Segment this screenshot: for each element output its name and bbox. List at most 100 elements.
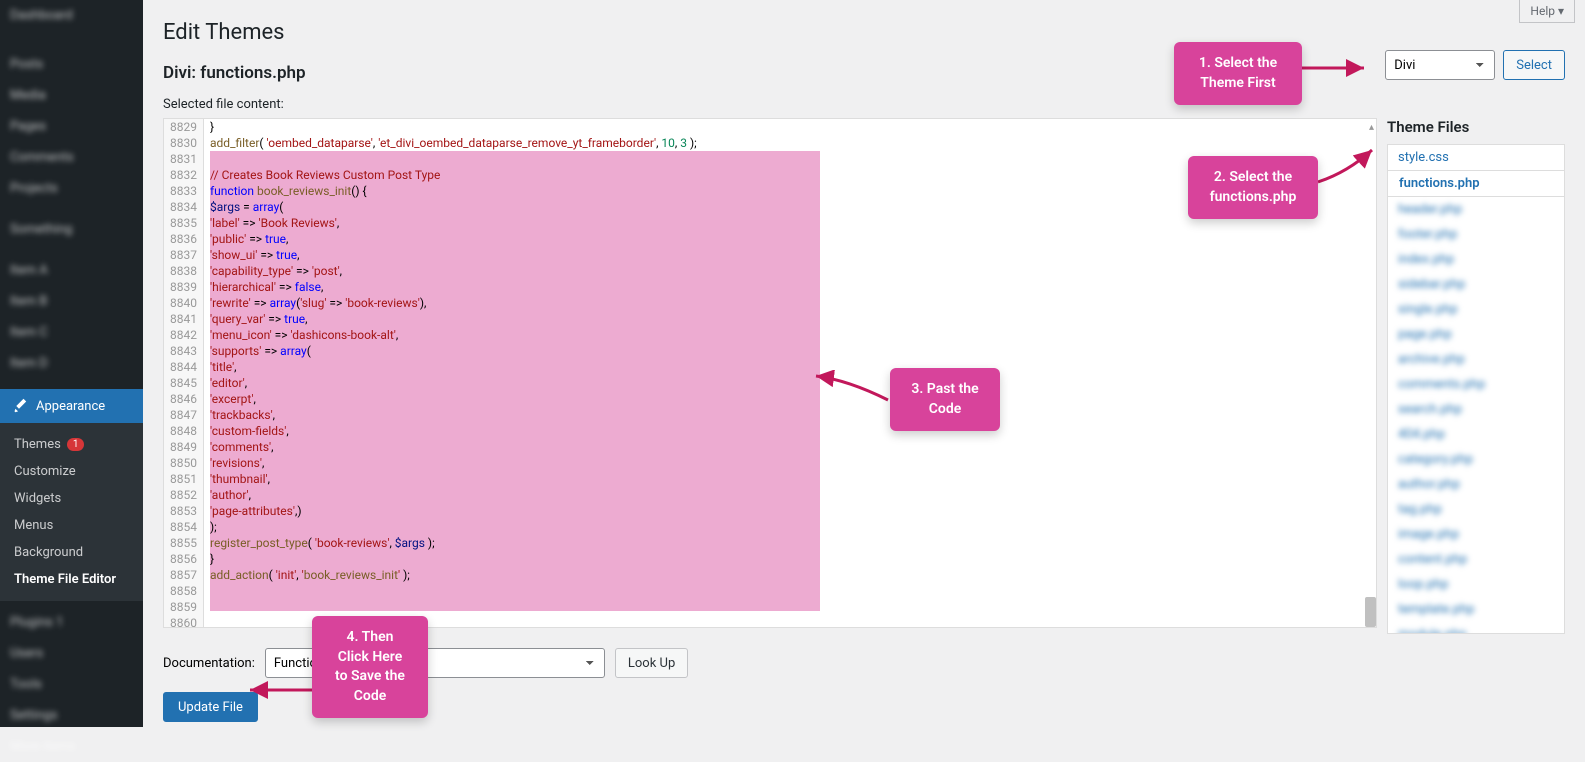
code-line: 8847'trackbacks', xyxy=(164,407,1376,423)
sidebar-item-blurred[interactable]: Item B xyxy=(0,286,143,317)
code-line: 8854); xyxy=(164,519,1376,535)
code-line: 8856} xyxy=(164,551,1376,567)
code-line: 8846'excerpt', xyxy=(164,391,1376,407)
documentation-label: Documentation: xyxy=(163,656,255,671)
admin-sidebar: Dashboard Posts Media Pages Comments Pro… xyxy=(0,0,143,727)
sidebar-item-blurred[interactable]: Tools xyxy=(0,669,143,700)
sidebar-item-blurred[interactable]: Projects xyxy=(0,173,143,204)
code-line: 8838'capability_type' => 'post', xyxy=(164,263,1376,279)
code-line: 8837'show_ui' => true, xyxy=(164,247,1376,263)
sidebar-item-blurred[interactable]: Media xyxy=(0,80,143,111)
code-line: 8839'hierarchical' => false, xyxy=(164,279,1376,295)
code-line: 8843'supports' => array( xyxy=(164,343,1376,359)
code-line: 8841'query_var' => true, xyxy=(164,311,1376,327)
arrow-2 xyxy=(1318,142,1380,192)
brush-icon xyxy=(10,397,28,415)
submenu-menus-label: Menus xyxy=(14,518,53,533)
appearance-submenu: Themes 1 Customize Widgets Menus Backgro… xyxy=(0,423,143,601)
file-item-blurred[interactable]: single.php xyxy=(1388,297,1564,322)
file-item-blurred[interactable]: header.php xyxy=(1388,197,1564,222)
theme-files-list: style.css functions.php header.php foote… xyxy=(1387,144,1565,634)
page-title: Edit Themes xyxy=(163,20,1565,45)
file-item-blurred[interactable]: archive.php xyxy=(1388,347,1564,372)
code-line: 8844'title', xyxy=(164,359,1376,375)
submenu-background-label: Background xyxy=(14,545,83,560)
arrow-1 xyxy=(1302,58,1372,78)
code-line: 8840'rewrite' => array('slug' => 'book-r… xyxy=(164,295,1376,311)
arrow-3 xyxy=(808,370,890,410)
file-item-style[interactable]: style.css xyxy=(1388,145,1564,170)
submenu-themes[interactable]: Themes 1 xyxy=(0,431,143,458)
code-line: 8845'editor', xyxy=(164,375,1376,391)
sidebar-item-blurred[interactable]: Item C xyxy=(0,317,143,348)
submenu-theme-file-editor[interactable]: Theme File Editor xyxy=(0,566,143,593)
sidebar-item-blurred[interactable]: More items xyxy=(0,731,143,762)
help-tab[interactable]: Help ▾ xyxy=(1519,0,1575,23)
sidebar-item-blurred[interactable]: Item D xyxy=(0,348,143,379)
sidebar-appearance-label: Appearance xyxy=(36,399,105,414)
sidebar-item-blurred[interactable]: Users xyxy=(0,638,143,669)
submenu-customize[interactable]: Customize xyxy=(0,458,143,485)
selected-file-label: Selected file content: xyxy=(163,97,1565,112)
arrow-4 xyxy=(244,680,314,700)
file-item-blurred[interactable]: content.php xyxy=(1388,547,1564,572)
submenu-widgets[interactable]: Widgets xyxy=(0,485,143,512)
code-line: 8851'thumbnail', xyxy=(164,471,1376,487)
code-line: 8829} xyxy=(164,119,1376,135)
submenu-themes-label: Themes xyxy=(14,437,61,452)
file-item-blurred[interactable]: image.php xyxy=(1388,522,1564,547)
submenu-widgets-label: Widgets xyxy=(14,491,61,506)
lookup-button[interactable]: Look Up xyxy=(615,648,688,678)
theme-files-heading: Theme Files xyxy=(1387,118,1565,136)
file-item-blurred[interactable]: sidebar.php xyxy=(1388,272,1564,297)
file-item-blurred[interactable]: tag.php xyxy=(1388,497,1564,522)
code-line: 8848'custom-fields', xyxy=(164,423,1376,439)
file-item-blurred[interactable]: category.php xyxy=(1388,447,1564,472)
file-item-blurred[interactable]: search.php xyxy=(1388,397,1564,422)
file-item-blurred[interactable]: page.php xyxy=(1388,322,1564,347)
code-line: 8836'public' => true, xyxy=(164,231,1376,247)
code-line: 8849'comments', xyxy=(164,439,1376,455)
callout-1: 1. Select the Theme First xyxy=(1174,42,1302,105)
sidebar-item-blurred[interactable]: Item A xyxy=(0,255,143,286)
sidebar-item-blurred[interactable]: Comments xyxy=(0,142,143,173)
code-line: 8830add_filter( 'oembed_dataparse', 'et_… xyxy=(164,135,1376,151)
sidebar-item-blurred[interactable]: Something xyxy=(0,214,143,245)
callout-3: 3. Past the Code xyxy=(890,368,1000,431)
callout-4: 4. Then Click Here to Save the Code xyxy=(312,616,428,718)
file-item-blurred[interactable]: loop.php xyxy=(1388,572,1564,597)
code-line: 8842'menu_icon' => 'dashicons-book-alt', xyxy=(164,327,1376,343)
sidebar-item-blurred[interactable]: Pages xyxy=(0,111,143,142)
code-line: 8858 xyxy=(164,583,1376,599)
sidebar-item-appearance[interactable]: Appearance xyxy=(0,389,143,423)
file-item-functions[interactable]: functions.php xyxy=(1387,170,1564,197)
submenu-background[interactable]: Background xyxy=(0,539,143,566)
themes-badge: 1 xyxy=(67,438,85,451)
theme-files-panel: Theme Files style.css functions.php head… xyxy=(1387,118,1565,634)
sidebar-item-blurred[interactable]: Posts xyxy=(0,49,143,80)
code-line: 8852'author', xyxy=(164,487,1376,503)
file-item-blurred[interactable]: index.php xyxy=(1388,247,1564,272)
file-item-blurred[interactable]: comments.php xyxy=(1388,372,1564,397)
code-line: 8853'page-attributes',) xyxy=(164,503,1376,519)
code-line: 8855register_post_type( 'book-reviews', … xyxy=(164,535,1376,551)
file-item-blurred[interactable]: 404.php xyxy=(1388,422,1564,447)
file-item-blurred[interactable]: author.php xyxy=(1388,472,1564,497)
help-tab-label: Help ▾ xyxy=(1530,4,1564,18)
file-item-blurred[interactable]: template.php xyxy=(1388,597,1564,622)
code-line: 8850'revisions', xyxy=(164,455,1376,471)
code-line: 8857add_action( 'init', 'book_reviews_in… xyxy=(164,567,1376,583)
select-button[interactable]: Select xyxy=(1503,50,1565,80)
code-line: 8859 xyxy=(164,599,1376,615)
submenu-tfe-label: Theme File Editor xyxy=(14,572,116,587)
theme-select[interactable]: Divi xyxy=(1385,50,1495,80)
file-item-blurred[interactable]: footer.php xyxy=(1388,222,1564,247)
sidebar-item-blurred[interactable]: Plugins 1 xyxy=(0,607,143,638)
submenu-customize-label: Customize xyxy=(14,464,76,479)
file-item-blurred[interactable]: module.php xyxy=(1388,622,1564,634)
submenu-menus[interactable]: Menus xyxy=(0,512,143,539)
callout-2: 2. Select the functions.php xyxy=(1188,156,1318,219)
sidebar-item-blurred[interactable]: Dashboard xyxy=(0,0,143,31)
theme-select-controls: Divi Select xyxy=(1385,50,1565,80)
sidebar-item-blurred[interactable]: Settings xyxy=(0,700,143,731)
